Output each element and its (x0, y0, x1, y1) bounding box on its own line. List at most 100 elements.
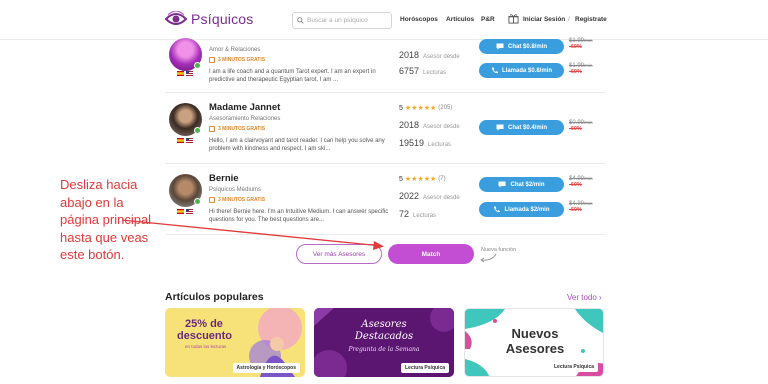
annotation-arrow-icon (121, 219, 384, 250)
call-price-info: $4.99/min -60% (569, 201, 593, 213)
free-minutes-badge: 3 MINUTOS GRATIS (209, 197, 265, 203)
see-all-link[interactable]: Ver todo › (567, 293, 602, 302)
nav-separator: / (568, 16, 570, 23)
nav-qa[interactable]: P&R (481, 16, 495, 23)
chat-bubble-icon (496, 124, 504, 131)
article-card[interactable]: Nuevos Asesores Lectura Psíquica (464, 308, 604, 377)
readings-label: Lecturas (423, 70, 447, 76)
discount-label: -60% (569, 182, 582, 188)
phone-icon (494, 206, 501, 213)
match-button[interactable]: Match (388, 244, 474, 264)
advisor-since: 2022 Asesor desde (399, 191, 460, 201)
rating-value: 5 (399, 175, 403, 183)
chat-button[interactable]: Chat $0.8/min (479, 39, 564, 54)
card-category-tag: Lectura Psíquica (400, 363, 449, 373)
discount-label: -60% (569, 44, 582, 50)
card-headline: Asesores (361, 319, 407, 330)
advisor-readings: 72 Lecturas (399, 209, 436, 219)
eye-logo-icon (165, 11, 187, 25)
card-headline: descuento (177, 330, 233, 342)
chat-button[interactable]: Chat $2/min (479, 177, 564, 192)
chat-button-label: Chat $0.4/min (507, 124, 547, 131)
search-input[interactable] (307, 17, 387, 24)
free-minutes-label: 3 MINUTOS GRATIS (218, 57, 266, 63)
chat-bubble-icon (496, 43, 504, 50)
language-flags (177, 138, 193, 143)
card-category-tag: Astrología y Horóscopos (232, 363, 300, 373)
advisor-since: 2018 Asesor desde (399, 120, 460, 130)
chat-price-info: $4.99/min -60% (569, 176, 593, 188)
advisor-row[interactable]: Amor & Relaciones 3 MINUTOS GRATIS I am … (165, 38, 605, 93)
language-flags (177, 209, 193, 214)
advisor-name[interactable]: Bernie (209, 173, 239, 184)
card-category-tag: Lectura Psíquica (549, 362, 598, 372)
article-card[interactable]: 25% de descuento en todas las lecturas A… (165, 308, 305, 377)
online-status-indicator (194, 62, 201, 69)
free-minutes-badge: 3 MINUTOS GRATIS (209, 126, 265, 132)
us-flag-icon (186, 71, 193, 76)
rating-value: 5 (399, 104, 403, 112)
online-status-indicator (194, 127, 201, 134)
readings-count: 19519 (399, 138, 425, 148)
advisor-since: 2018 Asesor desde (399, 50, 460, 60)
login-link[interactable]: Iniciar Sesión (523, 16, 565, 23)
advisor-row[interactable]: Madame Jannet Asesoramiento Relaciones 3… (165, 93, 605, 164)
language-flags (177, 71, 193, 76)
discount-label: -60% (569, 69, 582, 75)
chat-button[interactable]: Chat $0.4/min (479, 120, 564, 135)
free-minutes-label: 3 MINUTOS GRATIS (218, 197, 266, 203)
gift-icon (209, 126, 215, 132)
search-icon (297, 17, 304, 24)
discount-label: -60% (569, 126, 582, 132)
advisor-rating: 5 ★★★★★ (7) (399, 175, 446, 184)
since-year: 2018 (399, 120, 420, 130)
chat-price-info: $1.99/min -60% (569, 38, 593, 50)
advisor-rating: 5 ★★★★★ (205) (399, 104, 453, 113)
see-all-label: Ver todo (567, 293, 597, 302)
card-headline: Asesores (505, 341, 565, 356)
discount-label: -60% (569, 207, 582, 213)
section-title: Artículos populares (165, 291, 264, 303)
spain-flag-icon (177, 71, 184, 76)
call-button[interactable]: Llamada $2/min (479, 202, 564, 217)
phone-icon (491, 67, 498, 74)
price-unit: /min (584, 176, 593, 181)
chevron-right-icon: › (599, 293, 602, 302)
gift-icon[interactable] (508, 13, 519, 24)
chat-button-label: Chat $0.8/min (507, 43, 547, 50)
advisor-category: Amor & Relaciones (209, 47, 261, 53)
site-header: Psíquicos Horóscopos Artículos P&R Inici… (0, 0, 768, 40)
spain-flag-icon (177, 138, 184, 143)
brand-name: Psíquicos (191, 11, 254, 27)
since-label: Asesor desde (423, 54, 460, 60)
rating-stars-icon: ★★★★★ (404, 176, 437, 183)
online-status-indicator (194, 198, 201, 205)
advisor-readings: 19519 Lecturas (399, 138, 451, 148)
since-label: Asesor desde (423, 124, 460, 130)
nav-horoscopes[interactable]: Horóscopos (400, 16, 438, 23)
register-link[interactable]: Registrate (575, 16, 607, 23)
advisor-category: Psíquicos Médiums (209, 187, 262, 193)
chat-price-info: $0.99/min -60% (569, 120, 593, 132)
us-flag-icon (186, 209, 193, 214)
advisor-name[interactable]: Madame Jannet (209, 102, 280, 113)
article-card[interactable]: Asesores Destacados Pregunta de la Seman… (314, 308, 454, 377)
card-headline: 25% de (185, 318, 223, 330)
since-label: Asesor desde (423, 195, 460, 201)
review-count: (205) (438, 105, 453, 111)
since-year: 2022 (399, 191, 420, 201)
us-flag-icon (186, 138, 193, 143)
price-unit: /min (584, 63, 593, 68)
search-box[interactable] (292, 12, 392, 29)
card-headline: Destacados (354, 331, 414, 342)
site-logo[interactable]: Psíquicos (165, 11, 254, 27)
price-unit: /min (584, 120, 593, 125)
nav-articles[interactable]: Artículos (446, 16, 474, 23)
advisor-category: Asesoramiento Relaciones (209, 116, 281, 122)
call-price-info: $1.99/min -60% (569, 63, 593, 75)
curved-arrow-icon (480, 253, 497, 263)
gift-icon (209, 197, 215, 203)
advisor-bio: Hello, I am a clairvoyant and tarot read… (209, 138, 385, 152)
call-button[interactable]: Llamada $0.8/min (479, 63, 564, 78)
spain-flag-icon (177, 209, 184, 214)
